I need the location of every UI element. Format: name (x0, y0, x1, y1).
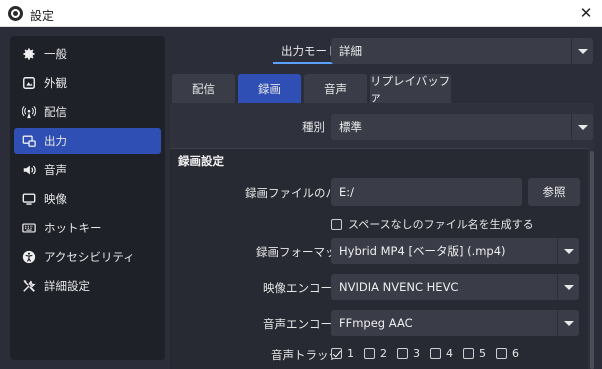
video-encoder-select[interactable]: NVIDIA NVENC HEVC (331, 274, 579, 300)
track-checkbox[interactable] (331, 348, 342, 359)
output-icon (22, 134, 36, 148)
sidebar-item-accessibility[interactable]: アクセシビリティ (14, 244, 161, 270)
audio-encoder-value: FFmpeg AAC (339, 316, 413, 330)
sidebar-item-label: 詳細設定 (44, 279, 90, 293)
tab-label: リプレイバッファ (370, 73, 451, 104)
appearance-icon (22, 76, 36, 90)
sidebar-item-stream[interactable]: 配信 (14, 99, 161, 125)
track-checkbox[interactable] (364, 348, 375, 359)
track-checkbox[interactable] (397, 348, 408, 359)
track-number: 5 (479, 347, 486, 360)
chevron-down-icon (571, 38, 593, 64)
close-button[interactable]: ✕ (574, 2, 598, 24)
sidebar-item-hotkeys[interactable]: ホットキー (14, 215, 161, 241)
audio-track-5[interactable]: 5 (463, 347, 486, 360)
track-checkbox[interactable] (496, 348, 507, 359)
no-space-checkbox[interactable] (331, 218, 342, 230)
recording-pane: 種別 標準 録画設定 録画ファイルのパス E:/ 参照 スペースなしのファイル名… (170, 103, 594, 369)
sidebar-item-audio[interactable]: 音声 (14, 157, 161, 183)
path-value: E:/ (339, 185, 355, 199)
tab-audio[interactable]: 音声 (304, 74, 367, 103)
audio-encoder-select[interactable]: FFmpeg AAC (331, 310, 579, 336)
speaker-icon (22, 163, 36, 177)
audio-track-2[interactable]: 2 (364, 347, 387, 360)
recording-settings-group: 録画設定 録画ファイルのパス E:/ 参照 スペースなしのファイル名を生成する … (170, 148, 588, 369)
track-number: 4 (446, 347, 453, 360)
accessibility-icon (22, 250, 36, 264)
tab-stream[interactable]: 配信 (172, 74, 235, 103)
sidebar-item-advanced[interactable]: 詳細設定 (14, 273, 161, 299)
window-title: 設定 (30, 9, 55, 23)
audio-track-1[interactable]: 1 (331, 347, 354, 360)
sidebar-item-general[interactable]: 一般 (14, 41, 161, 67)
sidebar-item-label: 配信 (44, 105, 67, 119)
type-value: 標準 (339, 120, 362, 134)
audio-track-4[interactable]: 4 (430, 347, 453, 360)
no-space-option[interactable]: スペースなしのファイル名を生成する (331, 216, 534, 232)
audio-track-label: 音声トラック (271, 348, 340, 362)
format-value: Hybrid MP4 [ベータ版] (.mp4) (339, 244, 506, 258)
obs-logo-icon (8, 6, 23, 21)
sidebar-item-label: アクセシビリティ (44, 250, 135, 264)
sidebar-item-label: 出力 (44, 134, 67, 148)
broadcast-icon (22, 105, 36, 119)
sidebar-item-output[interactable]: 出力 (14, 128, 161, 154)
type-label: 種別 (302, 120, 325, 134)
chevron-down-icon (557, 310, 579, 336)
audio-track-list: 1 2 3 4 5 6 (331, 347, 529, 360)
title-bar: 設定 ✕ (0, 0, 602, 27)
track-number: 3 (413, 347, 420, 360)
output-mode-select[interactable]: 詳細 (331, 38, 593, 64)
tab-label: 配信 (192, 81, 215, 96)
sidebar-item-label: 一般 (44, 47, 67, 61)
sidebar-item-label: ホットキー (44, 221, 102, 235)
gear-icon (22, 47, 36, 61)
tab-label: 音声 (324, 81, 347, 96)
audio-track-3[interactable]: 3 (397, 347, 420, 360)
chevron-down-icon (557, 238, 579, 264)
track-checkbox[interactable] (463, 348, 474, 359)
track-number: 2 (380, 347, 387, 360)
no-space-label: スペースなしのファイル名を生成する (348, 218, 534, 231)
tab-label: 録画 (258, 81, 281, 96)
format-select[interactable]: Hybrid MP4 [ベータ版] (.mp4) (331, 238, 579, 264)
output-mode-label: 出力モード (281, 44, 339, 58)
tab-replay-buffer[interactable]: リプレイバッファ (370, 73, 451, 104)
output-mode-value: 詳細 (339, 44, 362, 58)
sidebar-item-label: 映像 (44, 192, 67, 206)
tab-recording[interactable]: 録画 (238, 74, 301, 103)
monitor-icon (22, 192, 36, 206)
path-field[interactable]: E:/ (331, 178, 522, 206)
sidebar-item-video[interactable]: 映像 (14, 186, 161, 212)
settings-window: 一般 外観 配信 出力 音声 映像 ホットキー アクセシビリティ 詳細設定 出力… (0, 27, 602, 369)
audio-track-6[interactable]: 6 (496, 347, 519, 360)
chevron-down-icon (571, 114, 593, 140)
track-number: 1 (347, 347, 354, 360)
sidebar-item-label: 音声 (44, 163, 67, 177)
track-checkbox[interactable] (430, 348, 441, 359)
sidebar-item-appearance[interactable]: 外観 (14, 70, 161, 96)
sidebar-item-label: 外観 (44, 76, 67, 90)
chevron-down-icon (557, 274, 579, 300)
track-number: 6 (512, 347, 519, 360)
sidebar: 一般 外観 配信 出力 音声 映像 ホットキー アクセシビリティ 詳細設定 (10, 36, 165, 360)
type-select[interactable]: 標準 (331, 114, 593, 140)
keyboard-icon (22, 221, 36, 235)
tools-icon (22, 279, 36, 293)
browse-button[interactable]: 参照 (528, 178, 580, 206)
scrollbar[interactable] (590, 151, 594, 369)
group-title: 録画設定 (178, 154, 224, 168)
video-encoder-value: NVIDIA NVENC HEVC (339, 280, 459, 294)
